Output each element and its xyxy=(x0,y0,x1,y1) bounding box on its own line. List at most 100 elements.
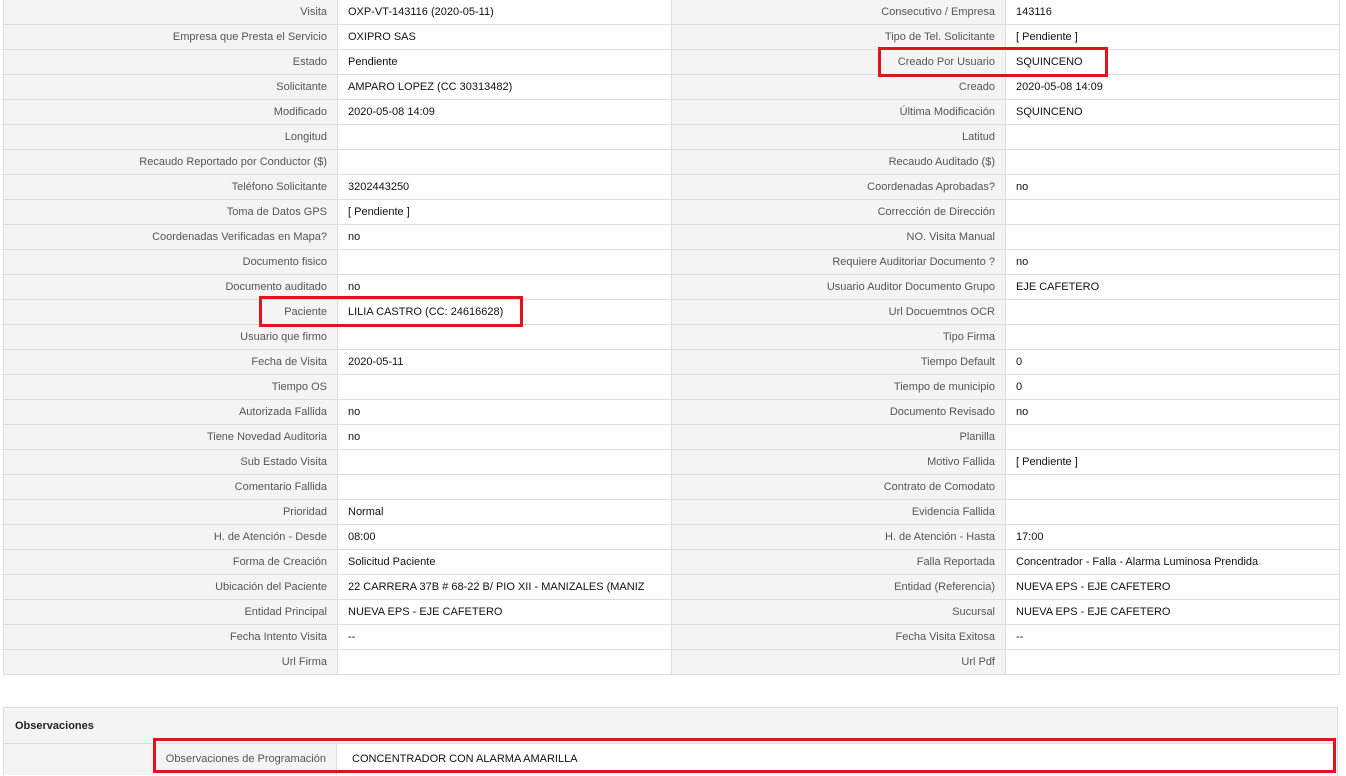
field-value xyxy=(1005,474,1340,500)
field-value xyxy=(1005,324,1340,350)
field-value: SQUINCENO xyxy=(1005,99,1340,125)
field-label: Coordenadas Aprobadas? xyxy=(671,174,1006,200)
detail-row: Sub Estado Visita Motivo Fallida[ Pendien… xyxy=(3,449,1340,475)
field-value: no xyxy=(1005,249,1340,275)
field-value: -- xyxy=(1005,624,1340,650)
field-label: Evidencia Fallida xyxy=(671,499,1006,525)
field-label: Tiempo de municipio xyxy=(671,374,1006,400)
field-value: SQUINCENO xyxy=(1005,49,1340,75)
observaciones-row: Observaciones de Programación CONCENTRAD… xyxy=(4,744,1337,775)
field-label: Empresa que Presta el Servicio xyxy=(3,24,338,50)
field-value: EJE CAFETERO xyxy=(1005,274,1340,300)
field-label: Motivo Fallida xyxy=(671,449,1006,475)
field-label: Documento Revisado xyxy=(671,399,1006,425)
detail-row: Comentario Fallida Contrato de Comodato xyxy=(3,474,1340,500)
field-value: 0 xyxy=(1005,374,1340,400)
field-label: Fecha Intento Visita xyxy=(3,624,338,650)
field-value xyxy=(1005,649,1340,675)
detail-row: Fecha de Visita 2020-05-11 Tiempo Default… xyxy=(3,349,1340,375)
field-value: AMPARO LOPEZ (CC 30313482) xyxy=(337,74,672,100)
field-label: Solicitante xyxy=(3,74,338,100)
field-label: Última Modificación xyxy=(671,99,1006,125)
visit-detail-table: Visita OXP-VT-143116 (2020-05-11) Consecut… xyxy=(3,0,1340,675)
field-label: Fecha de Visita xyxy=(3,349,338,375)
field-label: Prioridad xyxy=(3,499,338,525)
field-value: 2020-05-11 xyxy=(337,349,672,375)
field-label: Corrección de Dirección xyxy=(671,199,1006,225)
field-label: Usuario que firmo xyxy=(3,324,338,350)
field-label: H. de Atención - Hasta xyxy=(671,524,1006,550)
detail-row: Empresa que Presta el Servicio OXIPRO SAS… xyxy=(3,24,1340,50)
field-value xyxy=(1005,499,1340,525)
detail-row: Entidad Principal NUEVA EPS - EJE CAFETER… xyxy=(3,599,1340,625)
observaciones-value: CONCENTRADOR CON ALARMA AMARILLA xyxy=(352,753,578,765)
detail-row: Recaudo Reportado por Conductor ($) Recau… xyxy=(3,149,1340,175)
field-label: Tiempo OS xyxy=(3,374,338,400)
field-value: 3202443250 xyxy=(337,174,672,200)
detail-row: Tiene Novedad Auditoria no Planilla xyxy=(3,424,1340,450)
visit-detail-body: Visita OXP-VT-143116 (2020-05-11) Consecut… xyxy=(3,0,1340,675)
field-label: Sucursal xyxy=(671,599,1006,625)
field-value xyxy=(337,374,672,400)
field-label: Documento fisico xyxy=(3,249,338,275)
detail-row: Modificado 2020-05-08 14:09 Última Modific… xyxy=(3,99,1340,125)
field-value xyxy=(337,149,672,175)
detail-row: Prioridad Normal Evidencia Fallida xyxy=(3,499,1340,525)
detail-row: Usuario que firmo Tipo Firma xyxy=(3,324,1340,350)
field-label: Latitud xyxy=(671,124,1006,150)
field-label: Visita xyxy=(3,0,338,25)
detail-row: Autorizada Fallida no Documento Revisado … xyxy=(3,399,1340,425)
detail-row: Longitud Latitud xyxy=(3,124,1340,150)
detail-row: Teléfono Solicitante 3202443250 Coordenada… xyxy=(3,174,1340,200)
field-label: Coordenadas Verificadas en Mapa? xyxy=(3,224,338,250)
field-label: Longitud xyxy=(3,124,338,150)
field-label: Tipo de Tel. Solicitante xyxy=(671,24,1006,50)
field-label: Paciente xyxy=(3,299,338,325)
field-value: 17:00 xyxy=(1005,524,1340,550)
field-value: -- xyxy=(337,624,672,650)
field-label: Tiempo Default xyxy=(671,349,1006,375)
field-label: Tiene Novedad Auditoria xyxy=(3,424,338,450)
field-value xyxy=(337,249,672,275)
field-label: Tipo Firma xyxy=(671,324,1006,350)
detail-row: Coordenadas Verificadas en Mapa? no NO. V… xyxy=(3,224,1340,250)
field-value: no xyxy=(337,274,672,300)
field-value: OXP-VT-143116 (2020-05-11) xyxy=(337,0,672,25)
field-value: no xyxy=(337,424,672,450)
field-value xyxy=(337,649,672,675)
field-label: Url Docuemtnos OCR xyxy=(671,299,1006,325)
field-value: no xyxy=(337,224,672,250)
field-label: Entidad Principal xyxy=(3,599,338,625)
field-value: NUEVA EPS - EJE CAFETERO xyxy=(1005,599,1340,625)
field-value xyxy=(1005,199,1340,225)
field-label: Consecutivo / Empresa xyxy=(671,0,1006,25)
field-label: Forma de Creación xyxy=(3,549,338,575)
field-value: Normal xyxy=(337,499,672,525)
field-value xyxy=(1005,224,1340,250)
field-label: Autorizada Fallida xyxy=(3,399,338,425)
detail-row: Paciente LILIA CASTRO (CC: 24616628) Url D… xyxy=(3,299,1340,325)
field-label: Modificado xyxy=(3,99,338,125)
detail-row: Ubicación del Paciente 22 CARRERA 37B # 6… xyxy=(3,574,1340,600)
field-value: [ Pendiente ] xyxy=(1005,24,1340,50)
observaciones-title: Observaciones xyxy=(4,708,1337,744)
field-value xyxy=(337,449,672,475)
detail-row: H. de Atención - Desde 08:00 H. de Atenció… xyxy=(3,524,1340,550)
detail-row: Tiempo OS Tiempo de municipio 0 xyxy=(3,374,1340,400)
field-label: Estado xyxy=(3,49,338,75)
field-value: 22 CARRERA 37B # 68-22 B/ PIO XII - MANI… xyxy=(337,574,672,600)
detail-row: Fecha Intento Visita -- Fecha Visita Exit… xyxy=(3,624,1340,650)
field-value: Pendiente xyxy=(337,49,672,75)
field-label: NO. Visita Manual xyxy=(671,224,1006,250)
field-value: LILIA CASTRO (CC: 24616628) xyxy=(337,299,672,325)
field-label: Usuario Auditor Documento Grupo xyxy=(671,274,1006,300)
field-label: Contrato de Comodato xyxy=(671,474,1006,500)
field-label: Recaudo Auditado ($) xyxy=(671,149,1006,175)
field-value: 2020-05-08 14:09 xyxy=(1005,74,1340,100)
field-label: Toma de Datos GPS xyxy=(3,199,338,225)
detail-row: Estado Pendiente Creado Por Usuario SQUINCE… xyxy=(3,49,1340,75)
field-label: Requiere Auditoriar Documento ? xyxy=(671,249,1006,275)
field-label: Url Pdf xyxy=(671,649,1006,675)
detail-row: Visita OXP-VT-143116 (2020-05-11) Consecut… xyxy=(3,0,1340,25)
field-label: Sub Estado Visita xyxy=(3,449,338,475)
